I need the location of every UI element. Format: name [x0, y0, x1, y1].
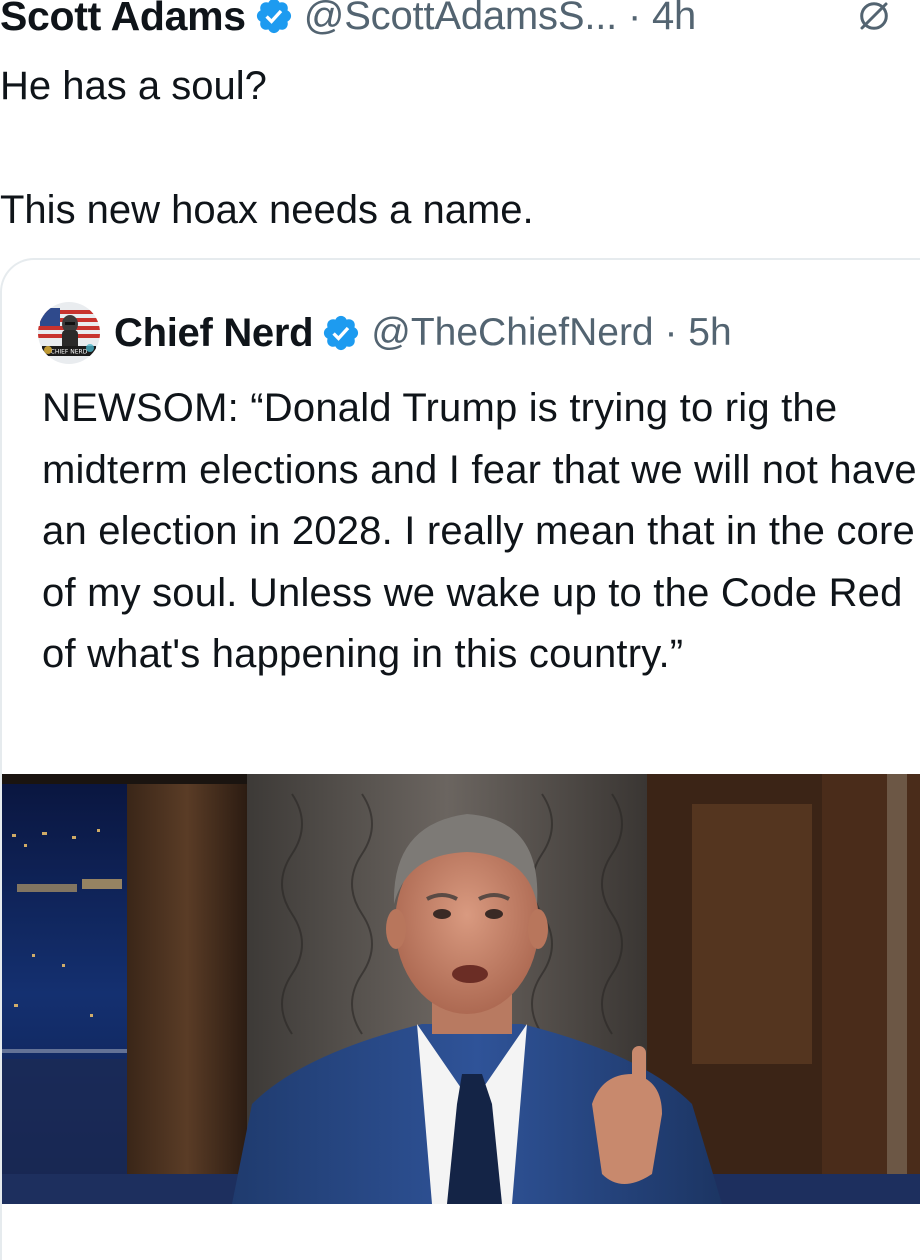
quoted-author-handle-time[interactable]: @TheChiefNerd · 5h — [371, 311, 731, 355]
post-text-line: He has a soul? — [0, 64, 267, 108]
quoted-author-name[interactable]: Chief Nerd — [114, 311, 314, 356]
post-text: He has a soul? This new hoax needs a nam… — [0, 56, 920, 240]
avatar-image: CHIEF NERD — [38, 302, 100, 364]
author-handle-time[interactable]: @ScottAdamsS... · 4h — [304, 0, 697, 39]
verified-badge-icon — [256, 0, 291, 34]
verified-badge-icon — [324, 315, 359, 351]
avatar[interactable]: CHIEF NERD — [38, 302, 100, 364]
quoted-post-header: CHIEF NERD Chief Nerd @TheChiefNerd · 5h — [38, 302, 732, 364]
grok-icon[interactable] — [856, 0, 892, 34]
quoted-post-video[interactable] — [2, 774, 920, 1204]
post-text-line: This new hoax needs a name. — [0, 188, 534, 232]
svg-text:CHIEF NERD: CHIEF NERD — [51, 349, 88, 356]
quoted-post-card[interactable]: CHIEF NERD Chief Nerd @TheChiefNerd · 5h… — [0, 258, 920, 1260]
author-name[interactable]: Scott Adams — [0, 0, 246, 40]
quoted-post-text: NEWSOM: “Donald Trump is trying to rig t… — [42, 386, 917, 676]
post-header: Scott Adams @ScottAdamsS... · 4h — [0, 0, 920, 46]
